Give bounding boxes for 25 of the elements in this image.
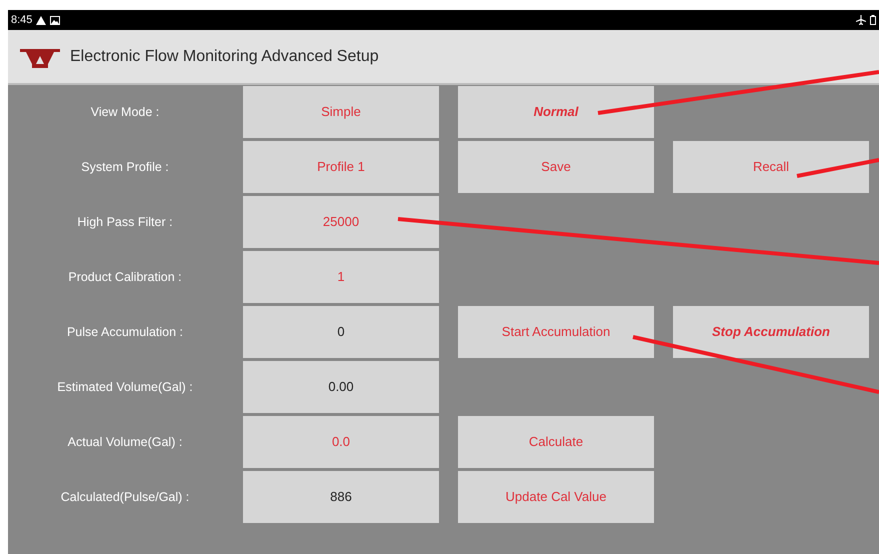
action-button[interactable]: Start Accumulation — [458, 306, 654, 358]
field-label: Calculated(Pulse/Gal) : — [60, 488, 190, 506]
field-label: System Profile : — [81, 158, 169, 176]
value-field[interactable]: 1 — [243, 251, 439, 303]
status-time: 8:45 — [11, 12, 32, 28]
action-button[interactable]: Calculate — [458, 416, 654, 468]
action-button[interactable]: Stop Accumulation — [673, 306, 869, 358]
value-field[interactable]: Simple — [243, 86, 439, 138]
field-label: Actual Volume(Gal) : — [68, 434, 182, 451]
field-label: View Mode : — [90, 104, 160, 121]
field-label: Product Calibration : — [68, 268, 182, 286]
value-field[interactable]: 0.00 — [243, 361, 439, 413]
field-label: Estimated Volume(Gal) : — [57, 378, 193, 396]
field-label: High Pass Filter : — [77, 214, 173, 231]
value-field[interactable]: Profile 1 — [243, 141, 439, 193]
app-title: Electronic Flow Monitoring Advanced Setup — [70, 46, 379, 66]
action-button[interactable]: Normal — [458, 86, 654, 138]
action-button[interactable]: Save — [458, 141, 654, 193]
value-field[interactable]: 25000 — [243, 196, 439, 248]
value-field[interactable]: 886 — [243, 471, 439, 523]
field-label: Pulse Accumulation : — [66, 324, 184, 341]
action-button[interactable]: Recall — [673, 141, 869, 193]
action-button[interactable]: Update Cal Value — [458, 471, 654, 523]
value-field[interactable]: 0 — [243, 306, 439, 358]
value-field[interactable]: 0.0 — [243, 416, 439, 468]
